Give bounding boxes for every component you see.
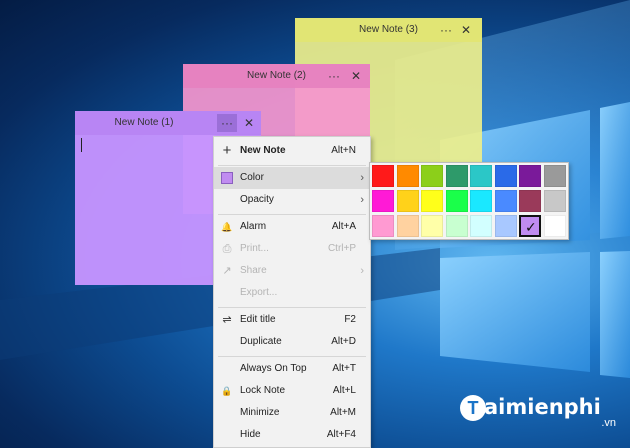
menu-item-new-note[interactable]: + New Note Alt+N — [214, 140, 370, 162]
more-options-icon[interactable]: ··· — [436, 21, 456, 39]
menu-item-export: Export... — [240, 287, 278, 298]
more-options-icon[interactable]: ··· — [217, 114, 237, 132]
menu-item-print: ⎙ Print... Ctrl+P — [214, 238, 370, 260]
more-options-icon[interactable]: ··· — [324, 67, 344, 85]
menu-item-edit-title[interactable]: ⇌ Edit title F2 — [214, 309, 370, 331]
edit-title-icon: ⇌ — [222, 314, 232, 326]
color-swatch[interactable] — [396, 165, 419, 187]
chevron-right-icon: › — [360, 172, 364, 184]
color-swatch[interactable] — [494, 190, 517, 212]
color-swatch[interactable] — [470, 165, 492, 187]
lock-icon: 🔒 — [221, 386, 233, 396]
logo-name: aimienphi — [484, 395, 601, 419]
color-swatch[interactable] — [445, 190, 468, 212]
close-icon[interactable]: ✕ — [346, 67, 366, 85]
color-swatch[interactable] — [421, 165, 443, 187]
color-swatch[interactable] — [396, 190, 419, 212]
menu-separator — [218, 214, 366, 215]
taimienphi-logo: T aimienphi .vn — [458, 393, 626, 433]
close-icon[interactable]: ✕ — [456, 21, 476, 39]
note-options-menu: + New Note Alt+N Color › Opacity › 🔔 Ala… — [213, 136, 371, 448]
logo-initial: T — [460, 395, 486, 421]
color-swatch[interactable] — [372, 165, 394, 187]
bell-icon: 🔔 — [221, 222, 233, 232]
color-swatch[interactable] — [470, 190, 492, 212]
color-swatch[interactable] — [543, 165, 566, 187]
menu-item-share: ↗ Share › — [214, 260, 370, 282]
note-title: New Note (1) — [114, 117, 174, 128]
color-swatch[interactable] — [470, 215, 492, 237]
color-swatch[interactable] — [543, 215, 566, 237]
color-swatch[interactable] — [543, 190, 566, 212]
color-swatch[interactable] — [372, 215, 394, 237]
menu-separator — [218, 356, 366, 357]
color-swatch-icon — [221, 172, 233, 184]
checkmark-icon: ✓ — [525, 219, 537, 235]
menu-separator — [218, 165, 366, 166]
menu-item-minimize[interactable]: Minimize Alt+M — [214, 402, 370, 424]
color-swatch[interactable] — [372, 190, 394, 212]
color-swatch[interactable] — [519, 190, 541, 212]
color-swatch[interactable]: ✓ — [519, 215, 541, 237]
menu-item-color[interactable]: Color › — [214, 167, 370, 189]
color-swatch[interactable] — [494, 165, 517, 187]
menu-separator — [218, 307, 366, 308]
menu-item-duplicate[interactable]: Duplicate Alt+D — [214, 331, 370, 353]
menu-item-alarm[interactable]: 🔔 Alarm Alt+A — [214, 216, 370, 238]
color-swatch[interactable] — [445, 215, 468, 237]
note-title-bar[interactable]: New Note (1) ··· ✕ — [75, 111, 261, 135]
menu-item-opacity[interactable]: Opacity › — [214, 189, 370, 211]
menu-item-lock-note[interactable]: 🔒 Lock Note Alt+L — [214, 380, 370, 402]
chevron-right-icon: › — [360, 194, 364, 206]
share-icon: ↗ — [222, 265, 232, 277]
close-icon[interactable]: ✕ — [239, 114, 259, 132]
color-palette-submenu: ✓ — [369, 162, 569, 240]
color-swatch[interactable] — [396, 215, 419, 237]
color-swatch[interactable] — [494, 215, 517, 237]
color-swatch[interactable] — [421, 215, 443, 237]
printer-icon: ⎙ — [222, 243, 232, 255]
text-cursor — [81, 138, 82, 152]
logo-tld: .vn — [601, 417, 616, 429]
menu-item-hide[interactable]: Hide Alt+F4 — [214, 424, 370, 446]
note-title-bar[interactable]: New Note (3) ··· ✕ — [295, 18, 482, 42]
menu-item-always-on-top[interactable]: Always On Top Alt+T — [214, 358, 370, 380]
note-title-bar[interactable]: New Note (2) ··· ✕ — [183, 64, 370, 88]
color-swatch[interactable] — [519, 165, 541, 187]
chevron-right-icon: › — [360, 265, 364, 277]
plus-icon: + — [222, 142, 232, 159]
color-swatch[interactable] — [445, 165, 468, 187]
color-swatch[interactable] — [421, 190, 443, 212]
